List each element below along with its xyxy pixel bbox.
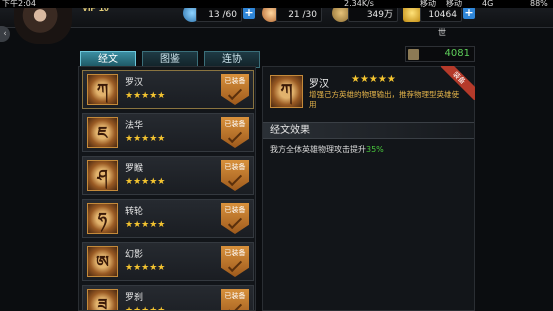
effect-section-title: 经文效果 [263, 122, 474, 139]
scripture-name: 幻影 [125, 250, 144, 260]
star-rating: ★★★★★ [125, 263, 166, 273]
scripture-icon: ཧ [87, 203, 118, 234]
equipped-badge: 已装备 [221, 289, 249, 310]
effect-value: 35% [366, 145, 384, 154]
scripture-name: 罗汉 [125, 78, 144, 88]
system-status-bar: 下午2:04 2.34K/s 移动 移动 4G 88% [0, 0, 553, 8]
list-item[interactable]: ཇ 法华 ★★★★★ 已装备 [82, 113, 254, 152]
energy-value: 21 /30 [276, 6, 322, 22]
detail-scripture-icon: ཀ [270, 75, 303, 108]
equipped-badge: 已装备 [221, 203, 249, 234]
battery-level: 88% [530, 0, 548, 8]
stamina-value: 13 /60 [196, 6, 242, 22]
scripture-count-value: 4081 [444, 48, 470, 59]
scripture-count: 4081 [405, 46, 475, 62]
scripture-name: 转轮 [125, 207, 144, 217]
equipped-badge: 已装备 [221, 160, 249, 191]
list-item[interactable]: ཀ 罗汉 ★★★★★ 已装备 [82, 70, 254, 109]
equipped-badge: 已装备 [221, 117, 249, 148]
add-stamina-button[interactable]: + [243, 7, 255, 19]
gold-value: 10464 [420, 6, 462, 22]
book-icon [408, 49, 419, 60]
star-rating: ★★★★★ [125, 220, 166, 230]
scripture-icon: ཤ [87, 160, 118, 191]
add-gold-button[interactable]: + [463, 7, 475, 19]
detail-description: 增强己方英雄的物理输出，推荐物理型英雄使用 [309, 90, 459, 109]
chevron-icon [227, 214, 243, 230]
scripture-icon: ཟ [87, 289, 118, 310]
detail-name: 罗汉 [309, 79, 329, 90]
side-label: 世 [438, 28, 446, 37]
equipped-badge: 已装备 [221, 246, 249, 277]
back-arrow-icon[interactable]: ‹ [0, 26, 10, 42]
effect-line: 我方全体英雄物理攻击提升35% [270, 144, 384, 155]
list-item[interactable]: ཟ 罗刹 ★★★★★ 已装备 [82, 285, 254, 311]
clock: 下午2:04 [2, 0, 36, 8]
carrier-1: 移动 [420, 0, 436, 8]
network-type: 4G [482, 0, 494, 8]
list-item[interactable]: ཨ 幻影 ★★★★★ 已装备 [82, 242, 254, 281]
chevron-icon [227, 128, 243, 144]
chevron-icon [227, 171, 243, 187]
equipped-ribbon: 装备 [441, 66, 475, 100]
scripture-list[interactable]: ཀ 罗汉 ★★★★★ 已装备 ཇ 法华 ★★★★★ 已装备 ཤ 罗睺 ★★★★★… [78, 66, 256, 311]
star-rating: ★★★★★ [125, 306, 166, 311]
chevron-icon [227, 85, 243, 101]
scripture-icon: ཨ [87, 246, 118, 277]
scripture-icon: ཇ [87, 117, 118, 148]
scripture-icon: ཀ [87, 74, 118, 105]
scripture-name: 罗睺 [125, 164, 144, 174]
chevron-icon [227, 300, 243, 310]
star-rating: ★★★★★ [125, 91, 166, 101]
scripture-name: 法华 [125, 121, 144, 131]
list-item[interactable]: ཤ 罗睺 ★★★★★ 已装备 [82, 156, 254, 195]
effect-text: 我方全体英雄物理攻击提升 [270, 145, 366, 154]
scripture-name: 罗刹 [125, 293, 144, 303]
net-speed: 2.34K/s [344, 0, 374, 8]
list-item[interactable]: ཧ 转轮 ★★★★★ 已装备 [82, 199, 254, 238]
coins-value: 349万 [348, 6, 398, 22]
star-rating: ★★★★★ [125, 177, 166, 187]
detail-star-rating: ★★★★★ [351, 74, 396, 85]
chevron-icon [227, 257, 243, 273]
star-rating: ★★★★★ [125, 134, 166, 144]
scripture-detail-panel: ཀ 罗汉 ★★★★★ 增强己方英雄的物理输出，推荐物理型英雄使用 装备 经文效果… [262, 66, 475, 311]
equipped-badge: 已装备 [221, 74, 249, 105]
carrier-2: 移动 [446, 0, 462, 8]
